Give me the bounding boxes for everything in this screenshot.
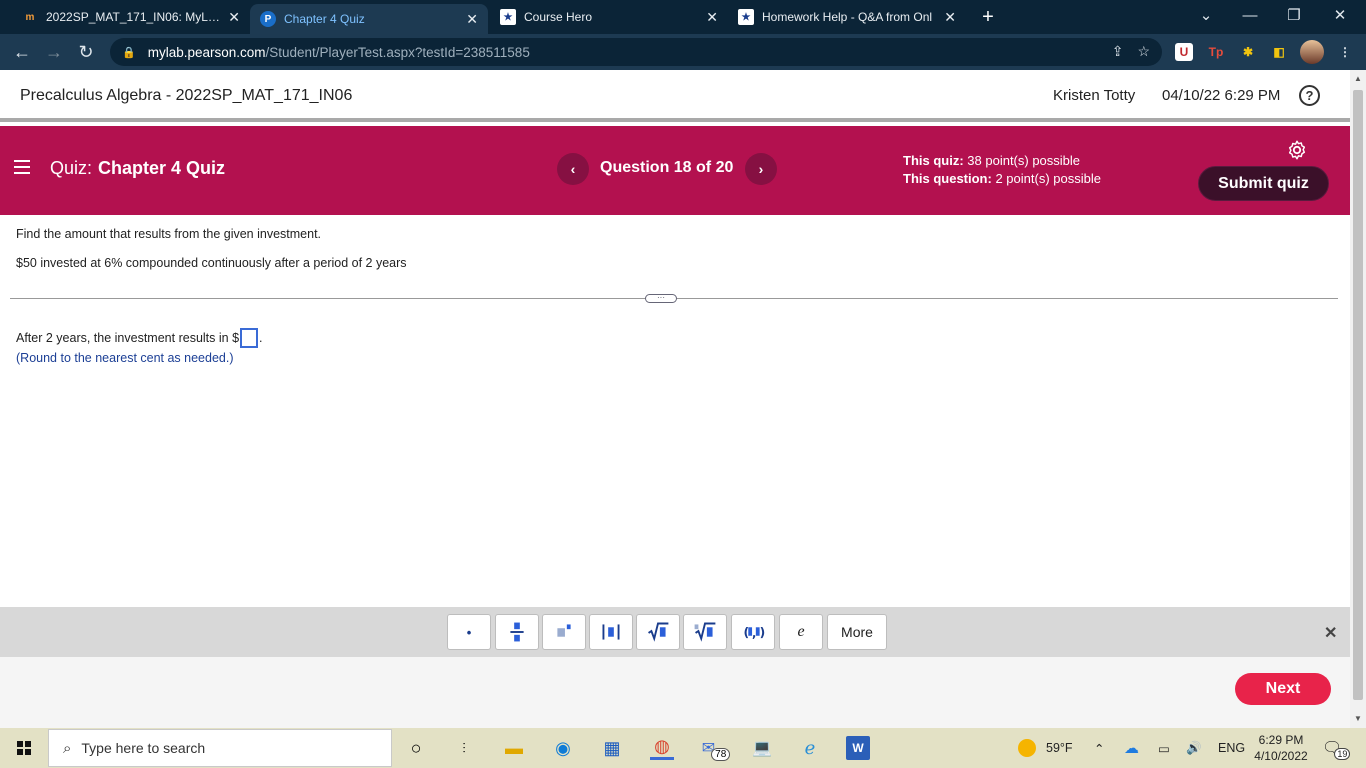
sidebar-icon[interactable]: ◧: [1270, 43, 1288, 61]
scroll-up-icon[interactable]: ▲: [1354, 74, 1362, 83]
answer-line: After 2 years, the investment results in…: [16, 328, 263, 348]
answer-input[interactable]: [240, 328, 259, 348]
puzzle-icon[interactable]: ✱: [1239, 43, 1257, 61]
datetime: 04/10/22 6:29 PM: [1162, 87, 1281, 104]
windows-start-icon[interactable]: [0, 728, 48, 768]
laptop-icon[interactable]: 💻: [750, 736, 774, 760]
star-icon: ★: [500, 9, 516, 25]
quiz-bar: Quiz: Chapter 4 Quiz ‹ Question 18 of 20 …: [0, 126, 1350, 215]
avatar[interactable]: [1300, 40, 1324, 64]
tab-mylab[interactable]: m 2022SP_MAT_171_IN06: MyLab M ✕: [12, 2, 250, 32]
mail-icon[interactable]: ✉ 78: [698, 736, 734, 761]
star-icon: ★: [738, 9, 754, 25]
file-explorer-icon[interactable]: ▬: [502, 736, 526, 760]
quiz-title: Quiz: Chapter 4 Quiz: [50, 158, 226, 178]
bookmark-star-icon[interactable]: ☆: [1137, 43, 1150, 60]
decimal-point-tool[interactable]: •: [447, 614, 491, 650]
tab-homework-help[interactable]: ★ Homework Help - Q&A from Onl ✕: [728, 2, 966, 32]
gear-icon[interactable]: [1286, 139, 1308, 161]
exponent-tool[interactable]: [542, 614, 586, 650]
square-root-tool[interactable]: [636, 614, 680, 650]
divider-handle[interactable]: ···: [645, 294, 677, 303]
rounding-hint: (Round to the nearest cent as needed.): [16, 351, 234, 365]
close-icon[interactable]: ✕: [228, 9, 240, 26]
close-icon[interactable]: ✕: [706, 9, 718, 26]
tab-chapter-4-quiz[interactable]: P Chapter 4 Quiz ✕: [250, 4, 488, 34]
restore-icon[interactable]: ❐: [1272, 0, 1316, 30]
scroll-down-icon[interactable]: ▼: [1354, 714, 1362, 723]
mail-badge: 78: [711, 747, 731, 761]
more-tools-button[interactable]: More: [827, 614, 887, 650]
chrome-icon[interactable]: ◍: [650, 736, 674, 760]
close-icon[interactable]: ✕: [1324, 623, 1337, 643]
language-indicator[interactable]: ENG: [1218, 728, 1245, 768]
course-header: Precalculus Algebra - 2022SP_MAT_171_IN0…: [0, 70, 1350, 122]
onedrive-icon[interactable]: ☁: [1124, 728, 1139, 768]
browser-toolbar: ← → ↻ 🔒 mylab.pearson.com/Student/Player…: [0, 34, 1366, 70]
cortana-icon[interactable]: ○: [404, 736, 428, 760]
kebab-menu-icon[interactable]: ⋮: [1336, 43, 1354, 61]
windows-taskbar: ⌕ Type here to search ○ ⫶ ▬ ◉ ▦ ◍ ✉ 78 💻…: [0, 728, 1366, 768]
task-view-icon[interactable]: ⫶: [452, 736, 476, 760]
battery-icon[interactable]: ▭: [1158, 728, 1170, 768]
tp-extension-icon[interactable]: Tp: [1207, 43, 1225, 61]
fraction-tool[interactable]: [495, 614, 539, 650]
scrollbar-thumb[interactable]: [1353, 90, 1363, 700]
back-icon[interactable]: ←: [10, 40, 34, 64]
screen: m 2022SP_MAT_171_IN06: MyLab M ✕ P Chapt…: [0, 0, 1366, 768]
word-icon[interactable]: W: [846, 736, 870, 760]
edge-icon[interactable]: ◉: [551, 736, 575, 760]
page-scrollbar[interactable]: ▲ ▼: [1350, 70, 1366, 728]
mylab-icon: m: [25, 11, 35, 23]
user-name: Kristen Totty: [1053, 87, 1136, 104]
weather-widget[interactable]: 59°F: [1018, 728, 1073, 768]
euler-e-tool[interactable]: e: [779, 614, 823, 650]
window-close-icon[interactable]: ✕: [1318, 0, 1362, 30]
taskbar-clock[interactable]: 6:29 PM 4/10/2022: [1250, 732, 1312, 764]
internet-explorer-icon[interactable]: ℯ: [798, 736, 822, 760]
course-title: Precalculus Algebra - 2022SP_MAT_171_IN0…: [20, 87, 353, 104]
speaker-icon[interactable]: 🔊: [1186, 728, 1202, 768]
reload-icon[interactable]: ↻: [74, 40, 98, 64]
sun-icon: [1018, 739, 1036, 757]
tab-course-hero[interactable]: ★ Course Hero ✕: [490, 2, 728, 32]
question-counter: Question 18 of 20: [600, 159, 734, 176]
taskbar-search[interactable]: ⌕ Type here to search: [48, 729, 392, 767]
lock-icon: 🔒: [122, 46, 136, 59]
previous-question-button[interactable]: ‹: [557, 153, 589, 185]
next-question-button[interactable]: ›: [745, 153, 777, 185]
store-icon[interactable]: ▦: [600, 736, 624, 760]
points-info: This quiz: 38 point(s) possible This que…: [903, 153, 1101, 186]
chevron-up-icon[interactable]: ⌃: [1094, 728, 1104, 768]
notification-center[interactable]: 🗨 19: [1322, 728, 1351, 768]
submit-quiz-button[interactable]: Submit quiz: [1198, 166, 1329, 201]
nth-root-tool[interactable]: [683, 614, 727, 650]
search-icon: ⌕: [63, 739, 72, 757]
browser-tab-strip: m 2022SP_MAT_171_IN06: MyLab M ✕ P Chapt…: [0, 0, 1366, 34]
page: Precalculus Algebra - 2022SP_MAT_171_IN0…: [0, 70, 1350, 728]
new-tab-button[interactable]: +: [976, 4, 1000, 30]
pearson-icon: P: [260, 11, 276, 27]
svg-text:): ): [760, 626, 766, 640]
footer: Next: [0, 657, 1350, 728]
hamburger-menu-icon[interactable]: [14, 160, 30, 174]
close-icon[interactable]: ✕: [466, 11, 478, 28]
ublock-icon[interactable]: U: [1175, 43, 1193, 61]
close-icon[interactable]: ✕: [944, 9, 956, 26]
question-given: $50 invested at 6% compounded continuous…: [16, 256, 407, 270]
ordered-pair-tool[interactable]: (,): [731, 614, 775, 650]
forward-icon[interactable]: →: [42, 40, 66, 64]
help-icon[interactable]: ?: [1299, 85, 1320, 106]
math-palette: • (,) e More ✕: [0, 607, 1350, 657]
question-prompt: Find the amount that results from the gi…: [16, 227, 322, 241]
address-bar[interactable]: 🔒 mylab.pearson.com/Student/PlayerTest.a…: [110, 38, 1162, 66]
next-button[interactable]: Next: [1235, 673, 1331, 705]
minimize-icon[interactable]: —: [1228, 0, 1272, 30]
absolute-value-tool[interactable]: [589, 614, 633, 650]
svg-text:,: ,: [752, 627, 756, 641]
chevron-down-icon[interactable]: ⌄: [1184, 0, 1228, 30]
share-icon[interactable]: ⇪: [1112, 43, 1124, 60]
